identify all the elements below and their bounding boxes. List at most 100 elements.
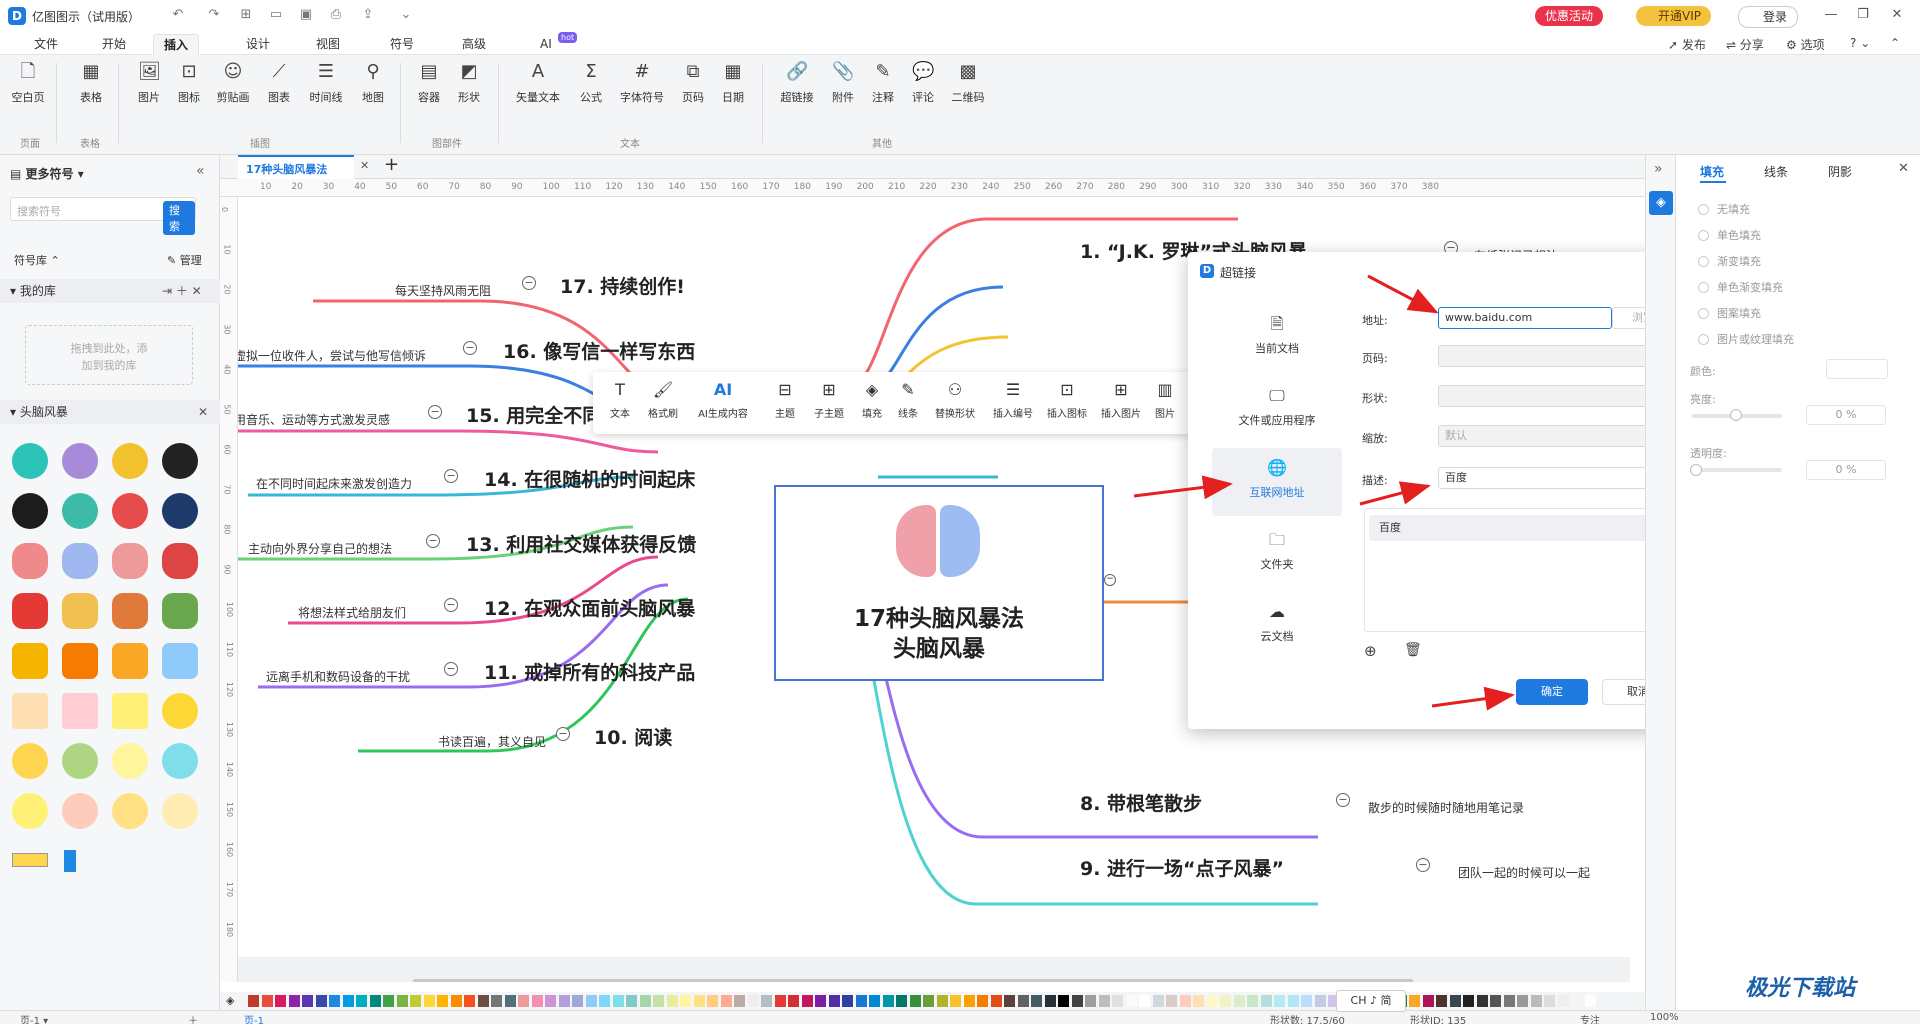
- color-picker[interactable]: [1826, 359, 1888, 379]
- color-swatch[interactable]: [1449, 995, 1461, 1007]
- color-swatch[interactable]: [815, 995, 826, 1007]
- bulb-water-symbol-icon[interactable]: [162, 743, 198, 779]
- shape-button[interactable]: ◩ 形状: [454, 61, 484, 105]
- tab-line[interactable]: 线条: [1764, 163, 1788, 180]
- gears-symbol-icon[interactable]: [12, 593, 48, 629]
- tab-home[interactable]: 开始: [92, 34, 136, 55]
- color-swatch[interactable]: [1476, 995, 1488, 1007]
- checklist-symbol-icon[interactable]: [12, 693, 48, 729]
- link-list-item[interactable]: 百度: [1369, 515, 1671, 541]
- color-swatch[interactable]: [1490, 995, 1501, 1007]
- ime-indicator[interactable]: CH ♪ 简: [1336, 990, 1406, 1012]
- central-topic[interactable]: 17种头脑风暴法 头脑风暴: [774, 485, 1104, 681]
- color-swatch[interactable]: [720, 995, 732, 1007]
- topic-16[interactable]: 16. 像写信一样写东西: [503, 337, 695, 364]
- color-swatch[interactable]: [774, 995, 786, 1007]
- tab-advanced[interactable]: 高级: [452, 34, 496, 55]
- color-swatch[interactable]: [626, 995, 637, 1007]
- head-explode-symbol-icon[interactable]: [12, 493, 48, 529]
- color-swatch[interactable]: [410, 995, 421, 1007]
- color-swatch[interactable]: [1517, 995, 1528, 1007]
- zoom-select[interactable]: 默认▾: [1438, 425, 1674, 447]
- color-swatch[interactable]: [936, 995, 948, 1007]
- note-8[interactable]: 散步的时候随时随地用笔记录: [1368, 799, 1524, 816]
- vip-button[interactable]: 开通VIP: [1636, 6, 1711, 26]
- color-swatch[interactable]: [599, 995, 610, 1007]
- clipart-button[interactable]: ☺ 剪贴画: [212, 61, 254, 105]
- close-tab-icon[interactable]: ✕: [360, 159, 369, 172]
- color-swatch[interactable]: [491, 995, 502, 1007]
- color-swatch[interactable]: [963, 995, 975, 1007]
- color-swatch[interactable]: [315, 995, 327, 1007]
- note-12[interactable]: 将想法样式给朋友们: [298, 604, 406, 621]
- container-button[interactable]: ▤ 容器: [414, 61, 444, 105]
- color-swatch[interactable]: [275, 995, 286, 1007]
- color-swatch[interactable]: [707, 995, 718, 1007]
- color-swatch[interactable]: [653, 995, 664, 1007]
- color-swatch[interactable]: [1139, 995, 1150, 1007]
- share-action[interactable]: ⇌ 分享: [1726, 36, 1764, 53]
- color-swatch[interactable]: [1112, 995, 1123, 1007]
- fb-line-button[interactable]: ✎ 线条: [893, 380, 923, 420]
- color-swatch[interactable]: [1098, 995, 1110, 1007]
- collapse-ribbon-icon[interactable]: ⌃: [1890, 36, 1900, 50]
- color-swatch[interactable]: [504, 995, 516, 1007]
- color-swatch[interactable]: [1287, 995, 1299, 1007]
- color-swatch[interactable]: [1409, 995, 1420, 1007]
- color-swatch[interactable]: [1503, 995, 1515, 1007]
- note-11[interactable]: 远离手机和数码设备的干扰: [266, 668, 410, 685]
- publish-action[interactable]: ➚ 发布: [1668, 36, 1706, 53]
- color-swatch[interactable]: [1436, 995, 1447, 1007]
- page-number-button[interactable]: ⧉ 页码: [678, 61, 708, 105]
- notepad-symbol-icon[interactable]: [112, 693, 148, 729]
- color-swatch[interactable]: [1247, 995, 1258, 1007]
- color-swatch[interactable]: [545, 995, 556, 1007]
- idea-burst-symbol-icon[interactable]: [112, 643, 148, 679]
- spark-symbol-icon[interactable]: [162, 793, 198, 829]
- tab-symbol[interactable]: 符号: [380, 34, 424, 55]
- fb-replace-shape-button[interactable]: ⚇ 替换形状: [931, 380, 979, 420]
- color-swatch[interactable]: [369, 995, 381, 1007]
- color-swatch[interactable]: [639, 995, 651, 1007]
- color-swatch[interactable]: [1058, 995, 1069, 1007]
- zoom-level[interactable]: 100%: [1650, 1012, 1679, 1023]
- symbol-search-button[interactable]: 搜索: [163, 201, 195, 235]
- timeline-button[interactable]: ☰ 时间线: [304, 61, 348, 105]
- add-link-icon[interactable]: ⊕: [1364, 642, 1377, 660]
- tab-file[interactable]: 文件: [24, 34, 68, 55]
- lightbulb-symbol-icon[interactable]: [12, 743, 48, 779]
- color-swatch[interactable]: [437, 995, 448, 1007]
- hyperlink-button[interactable]: 🔗 超链接: [776, 61, 818, 105]
- color-swatch[interactable]: [801, 995, 813, 1007]
- color-swatch[interactable]: [302, 995, 313, 1007]
- tab-fill[interactable]: 填充: [1700, 163, 1724, 180]
- transparency-slider-handle[interactable]: [1690, 464, 1702, 476]
- head-question-symbol-icon[interactable]: [62, 493, 98, 529]
- color-swatch[interactable]: [248, 995, 259, 1007]
- tab-shadow[interactable]: 阴影: [1828, 163, 1852, 180]
- color-swatch[interactable]: [950, 995, 961, 1007]
- color-swatch[interactable]: [1206, 995, 1218, 1007]
- fill-none-option[interactable]: 无填充: [1698, 201, 1750, 217]
- table-button[interactable]: ▦ 表格: [76, 61, 106, 105]
- magnifier-symbol-icon[interactable]: [112, 793, 148, 829]
- note-9[interactable]: 团队一起的时候可以一起: [1458, 864, 1590, 881]
- color-swatch[interactable]: [990, 995, 1002, 1007]
- library-dropdown[interactable]: 符号库 ⌃: [14, 252, 60, 268]
- bulb-gears-symbol-icon[interactable]: [62, 743, 98, 779]
- color-swatch[interactable]: [288, 995, 300, 1007]
- head-blue-brain-symbol-icon[interactable]: [162, 493, 198, 529]
- color-swatch[interactable]: [666, 995, 678, 1007]
- minimize-icon[interactable]: —: [1820, 5, 1842, 25]
- topic-10[interactable]: 10. 阅读: [594, 723, 672, 750]
- collapse-topic-13-icon[interactable]: −: [426, 534, 440, 548]
- tab-view[interactable]: 视图: [306, 34, 350, 55]
- color-swatch[interactable]: [585, 995, 597, 1007]
- manage-button[interactable]: ✎ 管理: [167, 252, 202, 268]
- login-button[interactable]: 登录: [1738, 6, 1799, 28]
- close-window-icon[interactable]: ✕: [1886, 5, 1908, 25]
- color-swatch[interactable]: [464, 995, 475, 1007]
- collapse-topic-8-icon[interactable]: −: [1336, 793, 1350, 807]
- horizontal-scrollbar[interactable]: [413, 979, 1413, 982]
- chart-button[interactable]: ⟋ 图表: [264, 61, 294, 105]
